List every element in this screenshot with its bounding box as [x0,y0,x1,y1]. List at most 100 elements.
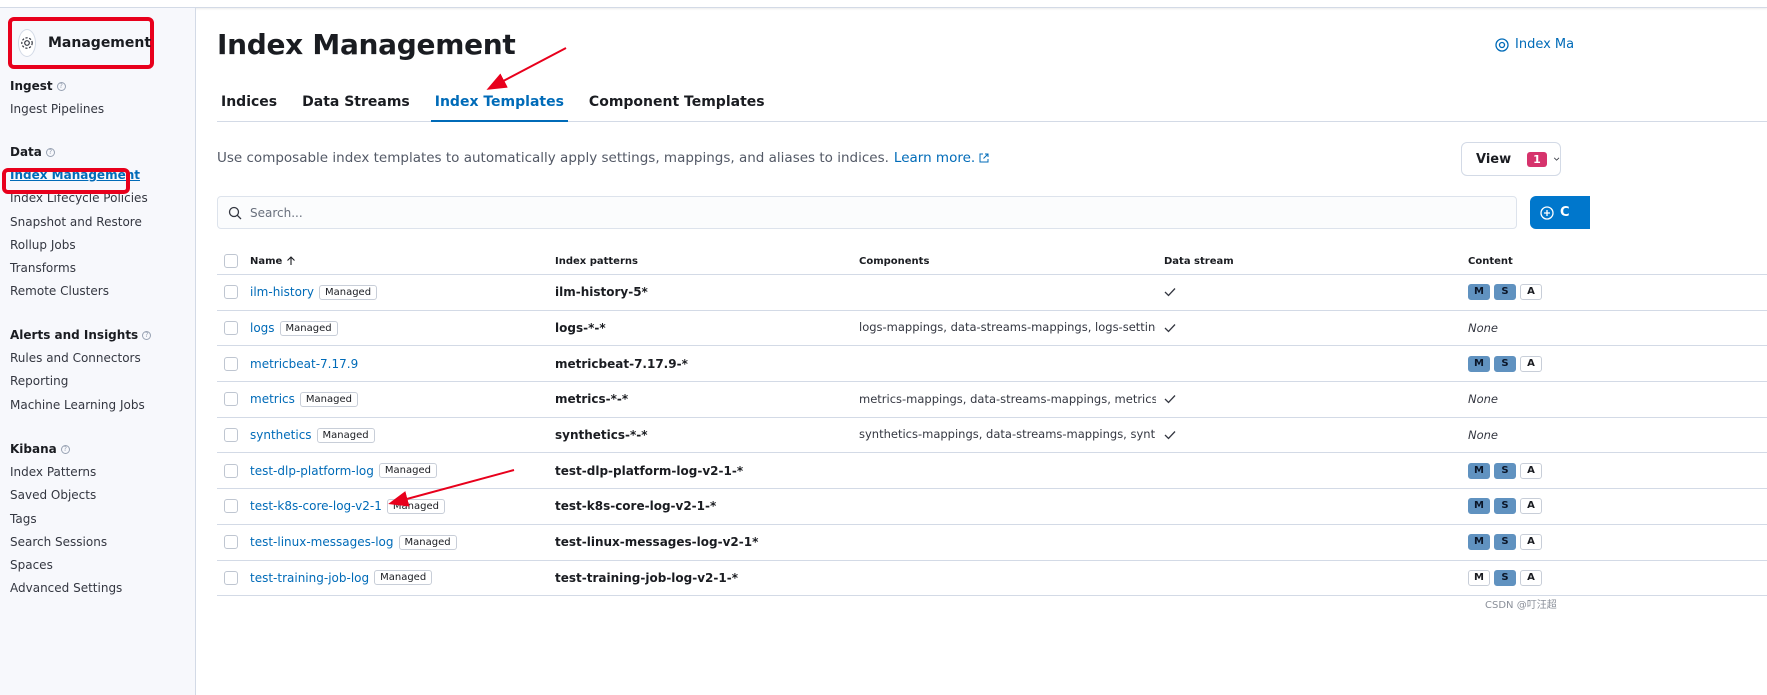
header-data-stream: Data stream [1164,255,1234,267]
sidebar-title: Management [48,35,152,51]
index-pattern: test-k8s-core-log-v2-1-* [555,499,717,514]
template-name-link[interactable]: metrics [250,392,295,406]
row-checkbox[interactable] [224,570,238,585]
sidebar-group-alerts: Alerts and Insights? Rules and Connector… [10,327,152,417]
content-none: None [1468,392,1499,407]
sidebar-item-reporting[interactable]: Reporting [10,370,151,393]
sidebar-item-tags[interactable]: Tags [10,508,122,531]
help-icon[interactable]: ? [142,330,152,340]
view-filter-button[interactable]: View 1 [1461,142,1561,176]
index-pattern: test-dlp-platform-log-v2-1-* [555,463,744,478]
arrow-up-icon [287,256,296,265]
sidebar-item-remote-clusters[interactable]: Remote Clusters [10,280,148,303]
tab-data-streams[interactable]: Data Streams [298,88,414,122]
content-pill-m: M [1468,534,1490,551]
sidebar-item-index-patterns[interactable]: Index Patterns [10,461,122,484]
content-pill-m: M [1468,462,1490,479]
index-pattern: synthetics-*-* [555,428,648,443]
header-content: Content [1468,255,1513,267]
template-name-link[interactable]: test-dlp-platform-log [250,464,374,478]
content-pill-a: A [1520,284,1542,301]
header-name[interactable]: Name [250,248,550,274]
help-icon[interactable]: ? [56,81,66,91]
template-name-link[interactable]: synthetics [250,428,312,442]
group-title-alerts: Alerts and Insights [10,328,139,342]
chevron-down-icon [1553,157,1560,161]
content-pill-m: M [1468,498,1490,515]
sidebar-item-machine-learning-jobs[interactable]: Machine Learning Jobs [10,394,151,417]
tab-component-templates[interactable]: Component Templates [585,88,769,122]
index-pattern: metricbeat-7.17.9-* [555,356,688,371]
sidebar-item-ingest-pipelines[interactable]: Ingest Pipelines [10,98,104,121]
check-icon [1164,288,1176,297]
search-input[interactable] [250,205,1450,220]
sidebar-header[interactable]: Management [8,17,154,69]
managed-badge: Managed [378,463,437,479]
row-checkbox[interactable] [224,499,238,514]
create-template-button[interactable]: C [1530,196,1590,229]
template-name-link[interactable]: test-linux-messages-log [250,535,394,549]
components-list: synthetics-mappings, data-streams-mappin… [859,427,1156,442]
sidebar-item-spaces[interactable]: Spaces [10,554,122,577]
content-pill-s: S [1494,462,1516,479]
check-icon [1164,324,1176,333]
sidebar-item-index-lifecycle-policies[interactable]: Index Lifecycle Policies [10,187,148,210]
management-sidebar: Management Ingest? Ingest Pipelines Data… [0,8,196,695]
group-title-data: Data [10,145,42,159]
search-icon [228,206,242,219]
table-row: synthetics Managed synthetics-*-* synthetic… [217,418,1767,454]
tab-indices[interactable]: Indices [217,88,281,122]
sidebar-item-advanced-settings[interactable]: Advanced Settings [10,577,122,600]
row-checkbox[interactable] [224,392,238,407]
sidebar-item-search-sessions[interactable]: Search Sessions [10,531,122,554]
template-name-link[interactable]: test-k8s-core-log-v2-1 [250,499,382,513]
managed-badge: Managed [386,498,445,514]
table-row: test-dlp-platform-log Managed test-dlp-pla… [217,453,1767,490]
row-checkbox[interactable] [224,535,238,550]
content-pill-a: A [1520,462,1542,479]
content-pill-m: M [1468,355,1490,372]
row-checkbox[interactable] [224,428,238,443]
sidebar-group-ingest: Ingest? Ingest Pipelines [10,78,104,121]
content-pill-s: S [1494,534,1516,551]
sidebar-item-rollup-jobs[interactable]: Rollup Jobs [10,234,148,257]
template-name-link[interactable]: metricbeat-7.17.9 [250,357,358,371]
template-name-link[interactable]: ilm-history [250,285,314,299]
template-name-link[interactable]: logs [250,321,275,335]
plus-circle-icon [1540,205,1554,220]
help-icon[interactable]: ? [45,147,55,157]
row-checkbox[interactable] [224,285,238,300]
tabs-bar: Indices Data Streams Index Templates Com… [217,88,1767,122]
content-none: None [1468,321,1499,336]
gear-icon [18,29,36,57]
row-checkbox[interactable] [224,463,238,478]
components-list: logs-mappings, data-streams-mappings, lo… [859,320,1156,335]
learn-more-link[interactable]: Learn more. [894,150,975,166]
managed-badge: Managed [316,427,375,443]
sidebar-item-saved-objects[interactable]: Saved Objects [10,484,122,507]
sidebar-item-transforms[interactable]: Transforms [10,257,148,280]
docs-link-label: Index Ma [1515,37,1575,52]
managed-badge: Managed [299,391,358,407]
select-all-checkbox[interactable] [224,254,238,268]
sidebar-item-snapshot-and-restore[interactable]: Snapshot and Restore [10,211,148,234]
tab-index-templates[interactable]: Index Templates [430,88,568,122]
docs-link[interactable]: Index Ma [1495,37,1574,52]
content-pill-m: M [1468,569,1490,586]
view-count-badge: 1 [1527,151,1547,167]
template-name-link[interactable]: test-training-job-log [250,571,369,585]
table-row: ilm-history Managed ilm-history-5* M S A [217,275,1767,311]
sidebar-item-rules-and-connectors[interactable]: Rules and Connectors [10,347,151,370]
templates-table: Name Index patterns Components Data stre… [217,248,1767,597]
index-pattern: ilm-history-5* [555,285,648,300]
content-none: None [1468,428,1499,443]
sidebar-item-index-management[interactable]: Index Management [10,164,148,187]
external-link-icon [979,153,989,163]
managed-badge: Managed [398,534,457,550]
help-icon[interactable]: ? [60,444,70,454]
row-checkbox[interactable] [224,356,238,371]
help-circle-icon [1495,37,1509,52]
search-bar [217,196,1517,229]
table-row: test-k8s-core-log-v2-1 Managed test-k8s-co… [217,489,1767,525]
row-checkbox[interactable] [224,321,238,336]
